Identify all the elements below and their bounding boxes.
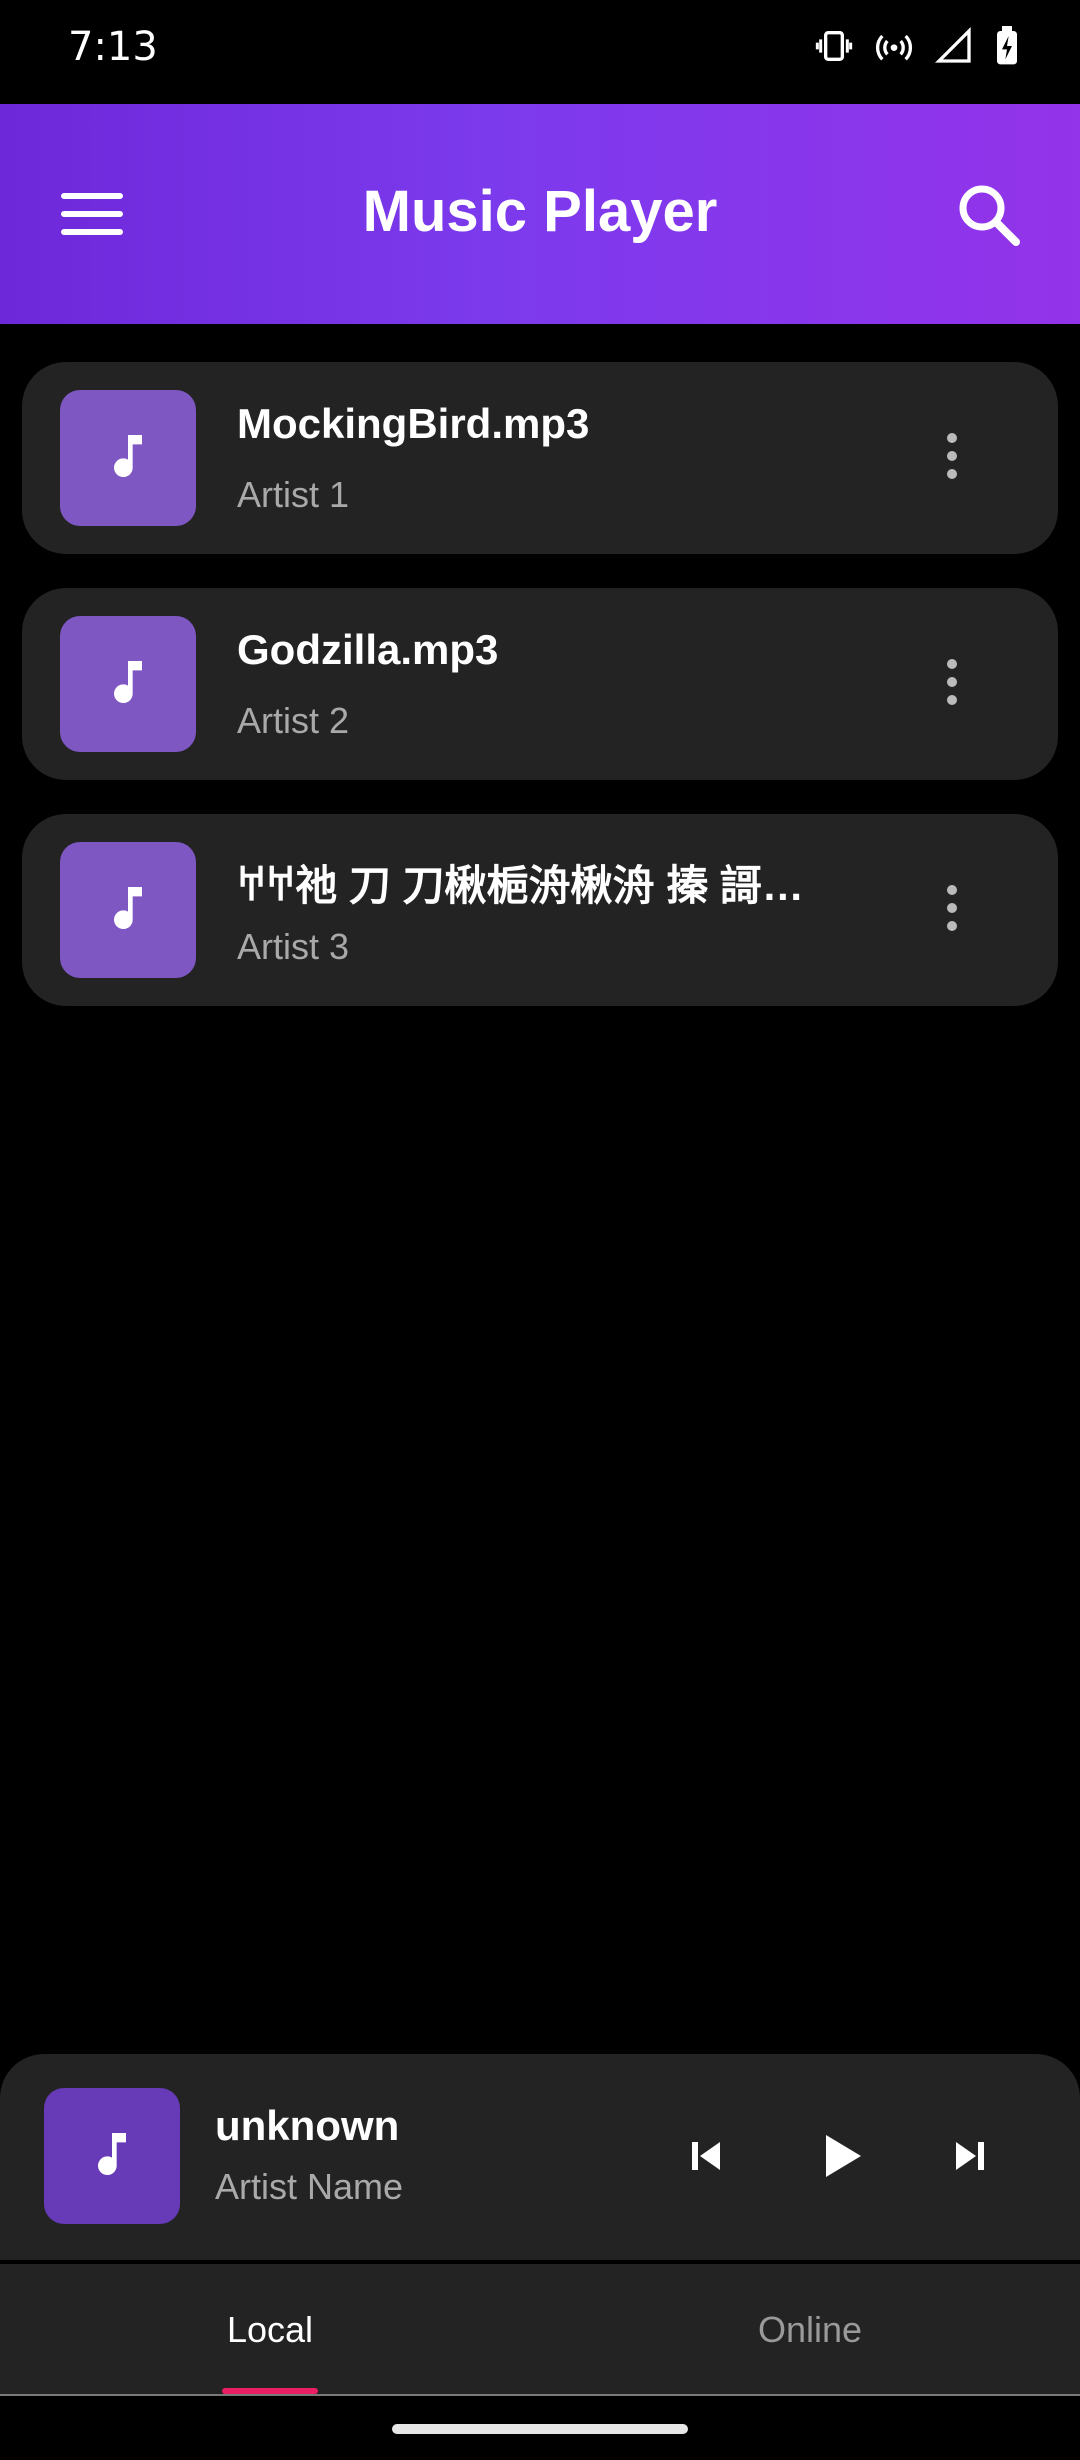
search-icon [948, 185, 1028, 258]
play-icon [812, 2128, 868, 2189]
list-item[interactable]: 𐀀𐀀祂 刀 刀楸梔洀楸洀 搸 謌… Artist 3 [22, 814, 1058, 1006]
tab-local[interactable]: Local [0, 2264, 540, 2396]
tab-online[interactable]: Online [540, 2264, 1080, 2396]
now-playing-art [44, 2088, 180, 2224]
song-title: MockingBird.mp3 [237, 400, 590, 447]
bottom-nav: Local Online [0, 2264, 1080, 2396]
hotspot-icon [874, 26, 914, 66]
status-bar: 7:13 [0, 0, 1080, 104]
song-title: 𐀀𐀀祂 刀 刀楸梔洀楸洀 搸 謌… [237, 862, 804, 909]
song-art [60, 616, 196, 752]
skip-next-button[interactable] [934, 2122, 1006, 2194]
list-item[interactable]: Godzilla.mp3 Artist 2 [22, 588, 1058, 780]
status-icons [814, 26, 1020, 66]
song-list: MockingBird.mp3 Artist 1 Godzilla.mp3 Ar… [22, 362, 1058, 1040]
list-item[interactable]: MockingBird.mp3 Artist 1 [22, 362, 1058, 554]
signal-icon [934, 26, 974, 66]
music-note-icon [100, 880, 156, 941]
page-title: Music Player [362, 179, 718, 244]
app-bar: Music Player [0, 104, 1080, 324]
vibrate-icon [814, 26, 854, 66]
status-time: 7:13 [68, 24, 158, 70]
more-options-button[interactable] [922, 654, 982, 714]
music-note-icon [84, 2126, 140, 2187]
more-vert-icon [942, 882, 962, 939]
play-button[interactable] [804, 2122, 876, 2194]
music-note-icon [100, 654, 156, 715]
more-vert-icon [942, 430, 962, 487]
more-vert-icon [942, 656, 962, 713]
battery-charging-icon [994, 26, 1020, 66]
more-options-button[interactable] [922, 428, 982, 488]
song-art [60, 390, 196, 526]
home-indicator[interactable] [392, 2424, 688, 2434]
song-artist: Artist 2 [237, 700, 350, 741]
now-playing-title: unknown [215, 2102, 400, 2149]
more-options-button[interactable] [922, 880, 982, 940]
mini-player[interactable]: unknown Artist Name [0, 2054, 1080, 2260]
skip-next-icon [946, 2132, 994, 2185]
song-title: Godzilla.mp3 [237, 626, 499, 673]
song-artist: Artist 1 [237, 474, 350, 515]
skip-previous-icon [682, 2132, 730, 2185]
search-button[interactable] [948, 174, 1028, 254]
song-artist: Artist 3 [237, 926, 350, 967]
song-art [60, 842, 196, 978]
now-playing-artist: Artist Name [215, 2166, 404, 2207]
nav-divider [0, 2394, 1080, 2396]
skip-previous-button[interactable] [670, 2122, 742, 2194]
music-note-icon [100, 428, 156, 489]
